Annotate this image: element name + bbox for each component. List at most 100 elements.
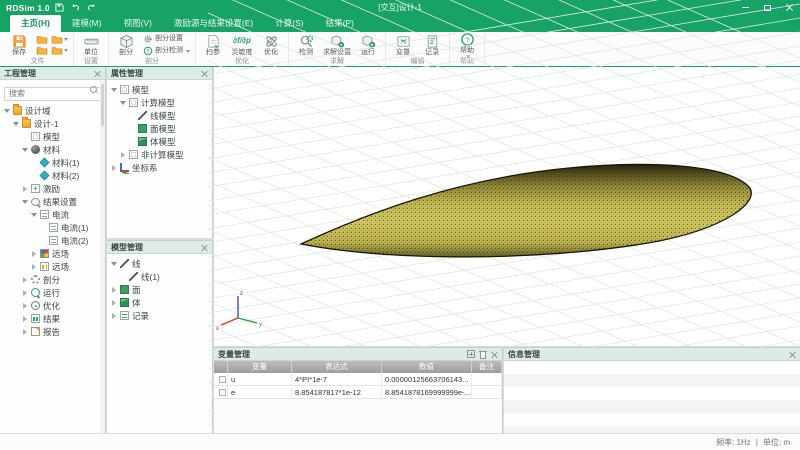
run-button[interactable]: 运行 <box>356 34 380 57</box>
quick-save-button[interactable] <box>53 1 66 14</box>
expand-arrow-icon[interactable] <box>110 312 118 320</box>
expand-arrow-icon[interactable] <box>110 260 118 268</box>
tree-item[interactable]: 材料(1) <box>0 156 105 169</box>
expand-arrow-icon[interactable] <box>30 211 38 219</box>
result-icon <box>31 314 40 323</box>
tree-item-label: 计算模型 <box>141 97 175 109</box>
project-scrollbar[interactable] <box>100 80 105 433</box>
expand-arrow-icon[interactable] <box>21 289 29 297</box>
check-button[interactable]: 检测 <box>294 34 318 57</box>
cube-icon <box>119 34 134 49</box>
tree-item[interactable]: 设计-1 <box>0 117 105 130</box>
expand-arrow-icon[interactable] <box>12 120 20 128</box>
unit-button[interactable]: 单位 <box>79 34 103 57</box>
folder-button-4[interactable] <box>51 46 68 55</box>
help-button[interactable]: ? 帮助 <box>455 32 479 58</box>
variables-button[interactable]: 变量 <box>391 34 415 57</box>
button-label: 保存 <box>12 49 26 57</box>
tree-item[interactable]: 设计域 <box>0 104 105 117</box>
tree-item[interactable]: 远场 <box>0 247 105 260</box>
expand-arrow-icon[interactable] <box>110 299 118 307</box>
tree-item[interactable]: 优化 <box>0 299 105 312</box>
tree-item[interactable]: 体模型 <box>107 135 212 148</box>
search-input[interactable] <box>4 87 101 101</box>
expand-arrow-icon[interactable] <box>21 315 29 323</box>
tree-item[interactable]: 线 <box>107 257 212 270</box>
tree-item[interactable]: 材料 <box>0 143 105 156</box>
tree-item[interactable]: 体 <box>107 296 212 309</box>
tab-home[interactable]: 主页(H) <box>10 15 61 32</box>
scrollbar-thumb[interactable] <box>101 84 104 126</box>
save-button[interactable]: 保存 <box>7 34 31 57</box>
row-checkbox[interactable] <box>219 389 226 396</box>
tree-item[interactable]: 面模型 <box>107 122 212 135</box>
maximize-button[interactable] <box>756 0 778 15</box>
mesh-settings-button[interactable]: 剖分设置 <box>143 34 190 44</box>
tree-item[interactable]: 结果 <box>0 312 105 325</box>
expand-arrow-icon[interactable] <box>21 185 29 193</box>
close-panel-button[interactable] <box>491 351 498 358</box>
sweep-button[interactable]: 扫参 <box>201 34 225 57</box>
viewport-3d[interactable]: z x y <box>214 67 800 346</box>
tree-item[interactable]: 坐标系 <box>107 161 212 174</box>
folder-button-1[interactable] <box>36 35 48 44</box>
tree-item[interactable]: 材料(2) <box>0 169 105 182</box>
tree-item[interactable]: 远场 <box>0 260 105 273</box>
add-variable-button[interactable] <box>467 350 475 358</box>
variable-row[interactable]: u4*PI*1e-70.00000125663706143... <box>214 373 502 386</box>
tree-item[interactable]: 面 <box>107 283 212 296</box>
expand-arrow-icon[interactable] <box>21 276 29 284</box>
tree-item[interactable]: 模型 <box>107 83 212 96</box>
redo-button[interactable] <box>85 1 98 14</box>
sensitivity-button[interactable]: ∂f/∂p 灵敏度 <box>230 34 254 57</box>
expand-arrow-icon[interactable] <box>21 146 29 154</box>
tree-item-label: 模型 <box>132 84 149 96</box>
tree-item[interactable]: 电流(1) <box>0 221 105 234</box>
tree-item[interactable]: 电流(2) <box>0 234 105 247</box>
expand-arrow-icon[interactable] <box>3 107 11 115</box>
expand-arrow-icon[interactable] <box>110 86 118 94</box>
expand-arrow-icon[interactable] <box>30 250 38 258</box>
expand-arrow-icon[interactable] <box>21 328 29 336</box>
expand-arrow-icon[interactable] <box>110 164 118 172</box>
tree-item[interactable]: 模型 <box>0 130 105 143</box>
tree-item[interactable]: 剖分 <box>0 273 105 286</box>
folder-icon <box>13 106 22 115</box>
folder-button-3[interactable] <box>36 46 48 55</box>
tree-item[interactable]: 计算模型 <box>107 96 212 109</box>
tree-item[interactable]: 运行 <box>0 286 105 299</box>
tab-modeling[interactable]: 建模(M) <box>61 15 113 32</box>
mesh-check-button[interactable]: 剖分检测 <box>143 46 190 56</box>
row-checkbox[interactable] <box>219 376 226 383</box>
tree-item[interactable]: 结果设置 <box>0 195 105 208</box>
tree-item[interactable]: 电流 <box>0 208 105 221</box>
expand-arrow-icon[interactable] <box>21 198 29 206</box>
airfoil-mesh-model[interactable] <box>301 165 751 257</box>
delete-variable-button[interactable] <box>479 350 487 359</box>
expand-arrow-icon[interactable] <box>21 302 29 310</box>
expand-arrow-icon[interactable] <box>110 286 118 294</box>
viewport-canvas[interactable]: z x y <box>214 67 800 346</box>
tree-item[interactable]: 记录 <box>107 309 212 322</box>
close-panel-button[interactable] <box>201 70 208 77</box>
close-panel-button[interactable] <box>789 351 796 358</box>
expand-arrow-icon[interactable] <box>119 151 127 159</box>
close-panel-button[interactable] <box>94 70 101 77</box>
expand-arrow-icon[interactable] <box>119 99 127 107</box>
tab-excitation-results[interactable]: 激励源与结果设置(E) <box>163 15 264 32</box>
close-panel-button[interactable] <box>201 244 208 251</box>
magnifier-gear-icon <box>299 34 314 49</box>
undo-button[interactable] <box>69 1 82 14</box>
minimize-button[interactable] <box>734 0 756 15</box>
tree-item[interactable]: 线(1) <box>107 270 212 283</box>
tree-item[interactable]: 线模型 <box>107 109 212 122</box>
variable-row[interactable]: e8.854187817*1e-128.8541878169999999e-..… <box>214 386 502 399</box>
folder-button-2[interactable] <box>51 35 68 44</box>
tree-item[interactable]: 报告 <box>0 325 105 338</box>
mesh-button[interactable]: 剖分 <box>114 34 138 57</box>
tree-item[interactable]: 激励 <box>0 182 105 195</box>
tab-view[interactable]: 视图(V) <box>113 15 163 32</box>
tree-item[interactable]: 非计算模型 <box>107 148 212 161</box>
ribbon-group-settings: 单位 设置 <box>74 33 109 66</box>
expand-arrow-icon[interactable] <box>30 263 38 271</box>
